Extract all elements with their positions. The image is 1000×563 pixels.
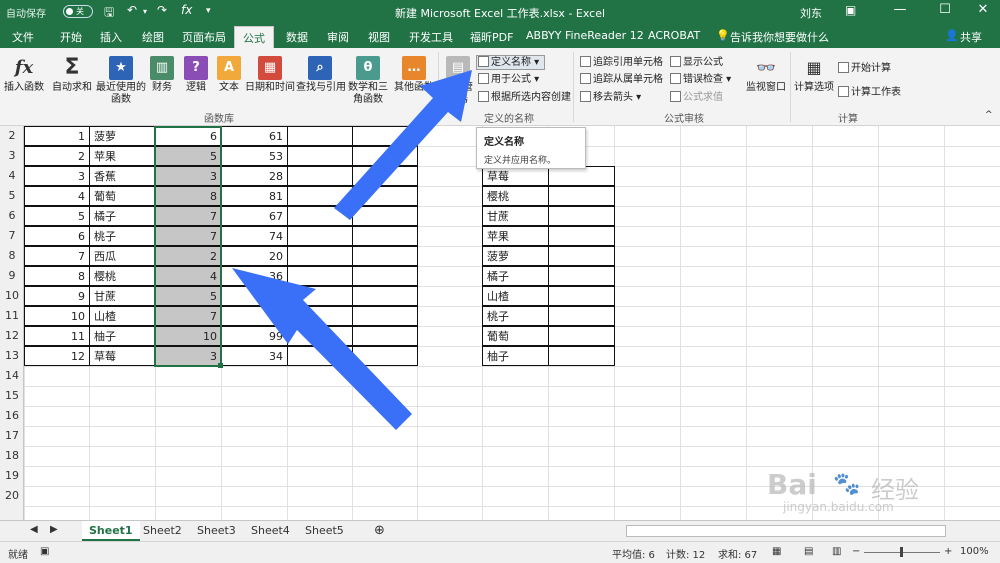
arrow-to-define-name xyxy=(334,70,472,220)
arrow-to-selection xyxy=(232,268,412,430)
annotation-arrows xyxy=(232,70,472,430)
